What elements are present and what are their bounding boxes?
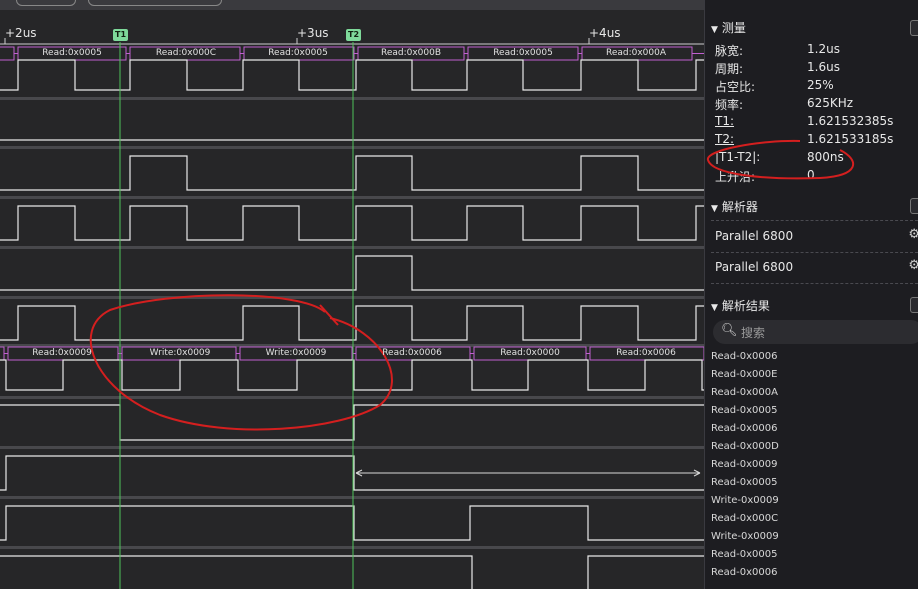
section-menu-button[interactable] — [910, 297, 918, 313]
bus-label-mid: Read:0x0006 — [382, 348, 442, 358]
channel-separator — [0, 496, 704, 499]
bus-label-top: Read:0x0005 — [493, 48, 553, 58]
measure-row-t1[interactable]: T1: 1.621532385s — [715, 114, 915, 132]
measure-row: 脉宽: 1.2us — [715, 42, 840, 58]
bus-label-top: Read:0x000C — [155, 48, 217, 58]
side-panel: ▼ 测量 脉宽: 1.2us 周期: 1.6us 占空比: 25% 频率: 625KHz … — [704, 0, 918, 589]
result-item[interactable]: Read-0x000E — [711, 369, 777, 380]
channel-separator — [0, 546, 704, 549]
measure-row: |T1-T2|: 800ns — [715, 150, 844, 164]
signal-trace — [0, 59, 704, 91]
waveform-area[interactable]: +2us +3us +4us T1 T2 Read:0x0005 Read:0x… — [0, 0, 704, 589]
bus-label-top: Read:0x0005 — [268, 48, 328, 58]
annotation-circle — [89, 294, 393, 431]
result-item[interactable]: Write-0x0009 — [711, 531, 779, 542]
result-item[interactable]: Read-0x000A — [711, 387, 778, 398]
bus-label-mid: Read:0x0006 — [616, 348, 676, 358]
signal-trace — [0, 255, 704, 291]
search-icon: 🔍︎ — [721, 323, 738, 338]
signal-trace — [0, 205, 704, 241]
bus-label-top: Read:0x000B — [380, 48, 442, 58]
divider — [711, 283, 918, 284]
bus-segment — [0, 46, 15, 61]
result-item[interactable]: Read-0x0006 — [711, 423, 777, 434]
search-input[interactable]: 🔍︎ 搜索 — [713, 320, 918, 344]
bus-label-mid: Read:0x0000 — [500, 348, 560, 358]
cursor-marker-t1[interactable]: T1 — [113, 29, 128, 41]
signal-trace — [0, 404, 704, 441]
waveform-canvas — [0, 38, 704, 589]
measure-row: 频率: 625KHz — [715, 96, 854, 112]
measure-row: 上升沿: 0 — [715, 168, 815, 184]
signal-trace — [0, 155, 704, 191]
channel-separator — [0, 196, 704, 199]
result-item[interactable]: Read-0x0006 — [711, 351, 777, 362]
time-tick: +4us — [589, 26, 621, 40]
result-item[interactable]: Read-0x0009 — [711, 459, 777, 470]
bus-label-top: Read:0x000A — [605, 48, 667, 58]
measure-row-t2[interactable]: T2: 1.621533185s — [715, 132, 915, 150]
annotation-stroke — [319, 304, 339, 326]
decoder-item[interactable]: Parallel 6800 — [715, 260, 793, 274]
channel-separator — [0, 446, 704, 449]
collapse-arrow-icon: ▼ — [711, 303, 718, 313]
gear-icon[interactable]: ⚙ — [908, 258, 918, 273]
measure-row: 占空比: 25% — [715, 78, 834, 94]
result-item[interactable]: Read-0x0005 — [711, 549, 777, 560]
channel-separator — [0, 146, 704, 149]
result-item[interactable]: Read-0x0005 — [711, 477, 777, 488]
result-item[interactable]: Write-0x0009 — [711, 495, 779, 506]
signal-trace — [0, 505, 704, 541]
signal-trace — [0, 359, 704, 391]
cursor-marker-t2[interactable]: T2 — [346, 29, 361, 41]
time-tick: +3us — [297, 26, 329, 40]
signal-trace — [0, 555, 704, 589]
section-menu-button[interactable] — [910, 198, 918, 214]
bus-segment — [0, 346, 5, 361]
time-tick: +2us — [5, 26, 37, 40]
section-menu-button[interactable] — [910, 20, 918, 36]
result-item[interactable]: Read-0x000D — [711, 441, 779, 452]
result-item[interactable]: Read-0x0005 — [711, 405, 777, 416]
result-item[interactable]: Read-0x0006 — [711, 567, 777, 578]
measure-section-header[interactable]: ▼ 测量 — [711, 19, 746, 36]
collapse-arrow-icon: ▼ — [711, 25, 718, 35]
divider — [711, 252, 918, 253]
channel-separator — [0, 97, 704, 100]
channel-separator — [0, 396, 704, 399]
bus-label-mid: Write:0x0009 — [265, 348, 327, 358]
bus-label-mid: Write:0x0009 — [149, 348, 211, 358]
result-item[interactable]: Read-0x000C — [711, 513, 778, 524]
bus-label-mid: Read:0x0009 — [32, 348, 92, 358]
measure-row: 周期: 1.6us — [715, 60, 840, 76]
signal-trace — [0, 305, 704, 341]
collapse-arrow-icon: ▼ — [711, 204, 718, 214]
channel-separator — [0, 246, 704, 249]
bus-label-top: Read:0x0005 — [42, 48, 102, 58]
decoder-item[interactable]: Parallel 6800 — [715, 229, 793, 243]
divider — [711, 220, 918, 221]
gear-icon[interactable]: ⚙ — [908, 227, 918, 242]
results-section-header[interactable]: ▼ 解析结果 — [711, 297, 770, 314]
channel-separator — [0, 296, 704, 299]
decoder-section-header[interactable]: ▼ 解析器 — [711, 198, 758, 215]
